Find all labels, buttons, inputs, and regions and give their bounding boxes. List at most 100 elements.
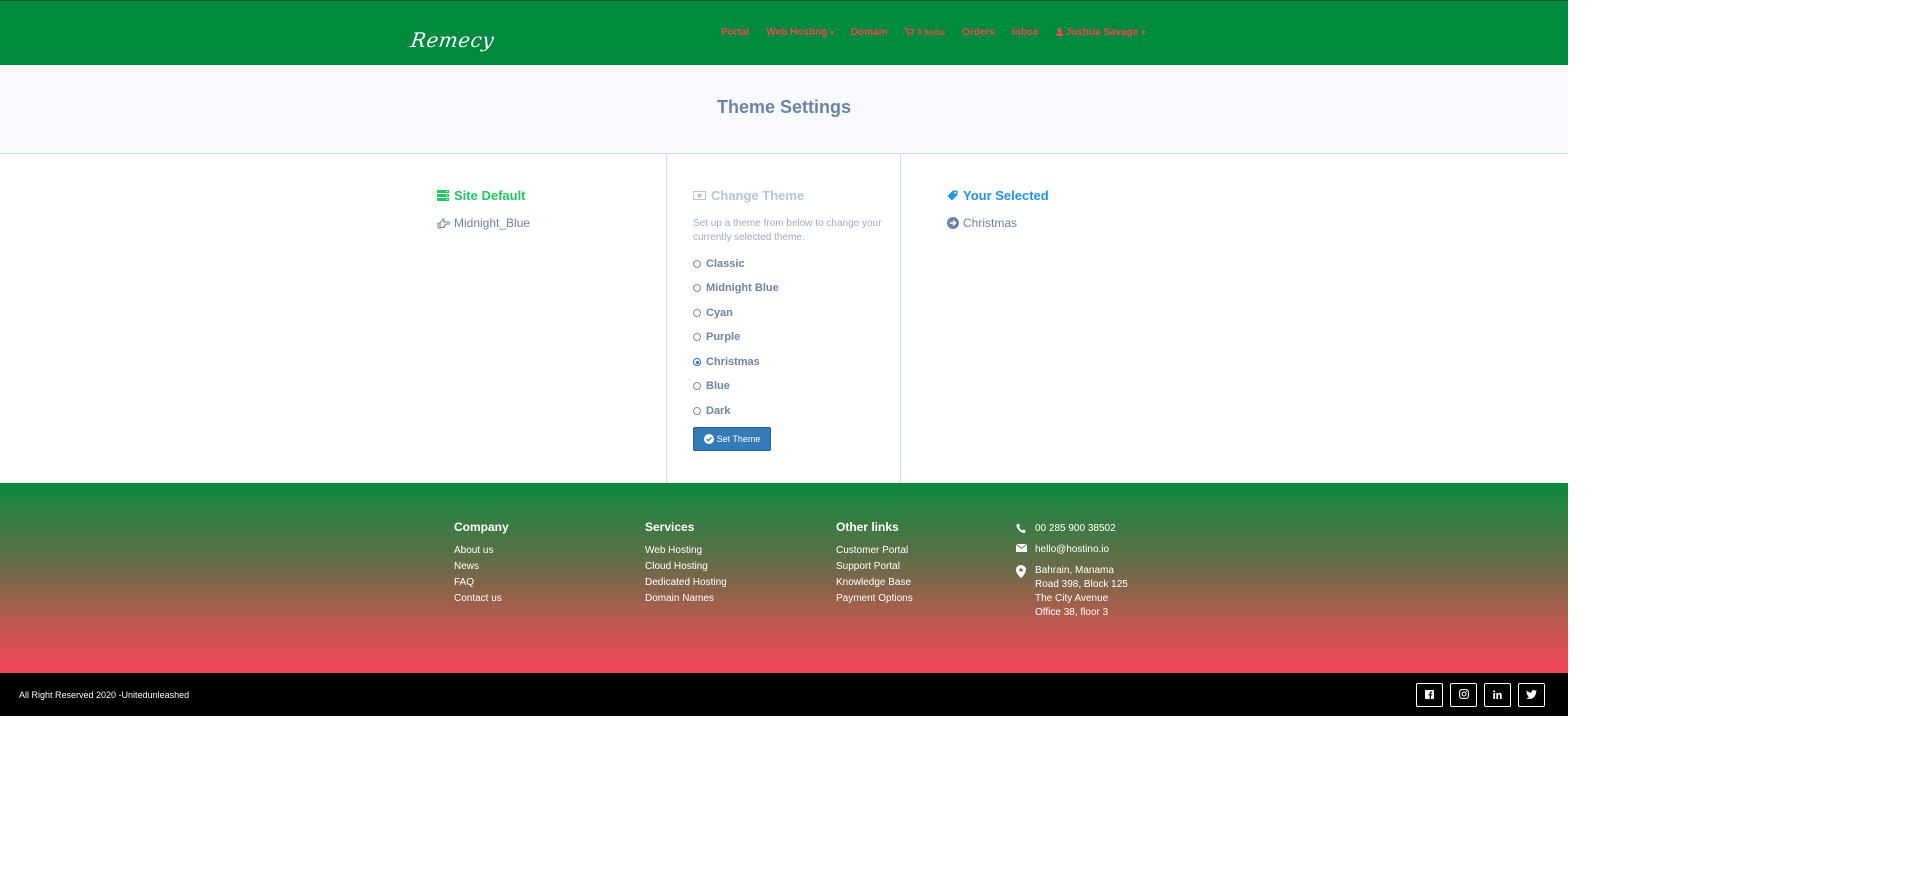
theme-option-label: Christmas (706, 356, 760, 368)
change-theme-heading: Change Theme (693, 188, 804, 203)
nav-domain-label: Domain (850, 27, 888, 38)
instagram-icon (1458, 686, 1469, 704)
footer-link[interactable]: Cloud Hosting (645, 559, 727, 575)
your-selected-value-text: Christmas (963, 216, 1018, 230)
phone-icon (1015, 522, 1027, 534)
nav-domain[interactable]: Domain (851, 27, 888, 38)
theme-option-label: Midnight Blue (706, 282, 779, 294)
nav-orders-label: Orders (962, 27, 995, 38)
footer-services: Services Web Hosting Cloud Hosting Dedic… (645, 520, 727, 607)
theme-option-christmas[interactable]: Christmas (693, 356, 760, 368)
footer-link[interactable]: Support Portal (836, 559, 913, 575)
set-theme-label: Set Theme (716, 434, 761, 444)
social-links (1416, 683, 1545, 707)
footer-link[interactable]: Knowledge Base (836, 575, 913, 591)
server-icon (437, 190, 449, 201)
cart-icon (904, 27, 915, 38)
theme-option-classic[interactable]: Classic (693, 258, 745, 270)
change-theme-description: Set up a theme from below to change your… (693, 218, 882, 243)
footer-link[interactable]: News (454, 559, 509, 575)
copyright-text: All Right Reserved 2020 -Unitedunleashed (19, 690, 190, 700)
page-header: Theme Settings (0, 65, 1568, 154)
site-default-value: Midnight_Blue (437, 216, 530, 230)
address-line: The City Avenue (1035, 593, 1109, 604)
page-title: Theme Settings (716, 97, 852, 117)
map-pin-icon (1015, 564, 1027, 578)
linkedin-button[interactable] (1484, 683, 1511, 707)
theme-option-label: Dark (706, 405, 731, 417)
nav-user-menu[interactable]: Joshua Savage ▾ (1055, 27, 1145, 38)
theme-option-purple[interactable]: Purple (693, 331, 740, 343)
contact-email-text[interactable]: hello@hostino.io (1035, 543, 1109, 557)
site-default-heading: Site Default (437, 188, 526, 203)
footer-link[interactable]: Payment Options (836, 591, 913, 607)
nav-inbox[interactable]: Inbox (1012, 27, 1039, 38)
bottom-bar: All Right Reserved 2020 -Unitedunleashed (0, 673, 1568, 716)
theme-option-label: Classic (706, 258, 745, 270)
address-line: Road 398, Block 125 (1035, 579, 1128, 590)
footer-link[interactable]: Dedicated Hosting (645, 575, 727, 591)
site-default-title: Site Default (454, 188, 526, 203)
footer-link[interactable]: Customer Portal (836, 543, 913, 559)
contact-address: Bahrain, Manama Road 398, Block 125 The … (1015, 564, 1128, 620)
address-line: Office 38, floor 3 (1035, 607, 1109, 618)
theme-option-cyan[interactable]: Cyan (693, 307, 733, 319)
site-footer: Company About us News FAQ Contact us Ser… (0, 483, 1568, 673)
radio-button[interactable] (693, 407, 701, 415)
theme-option-blue[interactable]: Blue (693, 380, 730, 392)
radio-button[interactable] (693, 284, 701, 292)
footer-heading: Other links (836, 520, 899, 534)
caret-down-icon: ▾ (830, 29, 834, 37)
contact-email: hello@hostino.io (1015, 543, 1128, 557)
set-theme-button[interactable]: Set Theme (693, 427, 771, 451)
brand-logo[interactable]: Remecy (409, 28, 496, 52)
twitter-icon (1526, 686, 1537, 704)
contact-address-text: Bahrain, Manama Road 398, Block 125 The … (1035, 564, 1128, 620)
footer-link[interactable]: About us (454, 543, 509, 559)
radio-button-checked[interactable] (693, 358, 701, 366)
nav-inbox-label: Inbox (1011, 27, 1039, 38)
theme-option-label: Purple (706, 331, 741, 343)
nav-user-label: Joshua Savage (1065, 27, 1139, 38)
radio-button[interactable] (693, 333, 701, 341)
footer-link[interactable]: Domain Names (645, 591, 727, 607)
radio-button[interactable] (693, 382, 701, 390)
footer-link[interactable]: Contact us (454, 591, 509, 607)
footer-contact: 00 285 900 38502 hello@hostino.io Bahrai… (1015, 522, 1128, 627)
theme-option-midnight-blue[interactable]: Midnight Blue (693, 282, 779, 294)
nav-web-hosting[interactable]: Web Hosting ▾ (766, 27, 833, 38)
nav-cart[interactable]: 0 Items (904, 27, 945, 38)
column-divider (900, 154, 901, 483)
facebook-button[interactable] (1416, 683, 1443, 707)
theme-option-label: Blue (706, 380, 730, 392)
arrow-circle-right-icon (947, 217, 959, 229)
contact-phone-text: 00 285 900 38502 (1035, 523, 1116, 534)
nav-portal[interactable]: Portal (721, 27, 749, 38)
twitter-button[interactable] (1518, 683, 1545, 707)
site-default-value-text: Midnight_Blue (454, 216, 531, 230)
user-icon (1055, 27, 1063, 38)
nav-web-hosting-label: Web Hosting (766, 27, 828, 38)
hand-pointing-icon (437, 217, 450, 229)
footer-link[interactable]: Web Hosting (645, 543, 727, 559)
check-circle-icon (703, 434, 714, 444)
radio-button[interactable] (693, 309, 701, 317)
envelope-icon (1015, 543, 1027, 552)
instagram-button[interactable] (1450, 683, 1477, 707)
footer-link[interactable]: FAQ (454, 575, 509, 591)
theme-option-dark[interactable]: Dark (693, 405, 730, 417)
footer-heading: Company (454, 520, 509, 534)
address-line: Bahrain, Manama (1035, 565, 1114, 576)
top-navbar: Remecy Portal Web Hosting ▾ Domain 0 Item… (0, 0, 1568, 65)
main-nav: Portal Web Hosting ▾ Domain 0 Items Order… (721, 27, 1162, 38)
your-selected-heading: Your Selected (947, 188, 1049, 203)
nav-portal-label: Portal (721, 27, 750, 38)
theme-option-label: Cyan (706, 307, 733, 319)
contact-phone: 00 285 900 38502 (1015, 522, 1128, 536)
footer-other-links: Other links Customer Portal Support Port… (836, 520, 913, 607)
radio-button[interactable] (693, 260, 701, 268)
change-theme-title: Change Theme (711, 188, 805, 203)
theme-settings-content: Site Default Midnight_Blue Change Theme … (0, 154, 1568, 483)
nav-cart-label: 0 Items (917, 28, 946, 37)
nav-orders[interactable]: Orders (962, 27, 995, 38)
